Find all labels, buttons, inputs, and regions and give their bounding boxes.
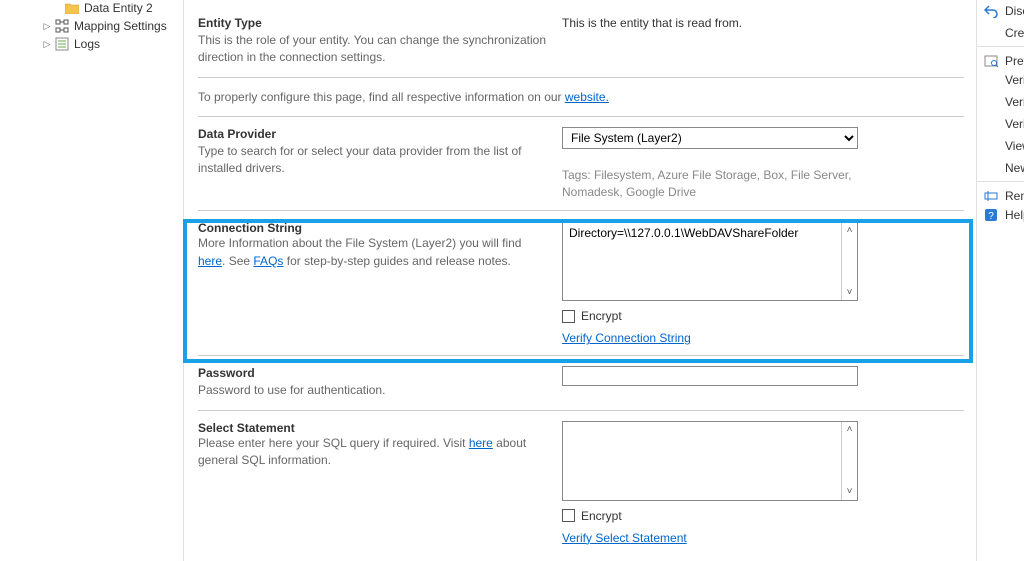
blank-icon (983, 138, 999, 154)
password-desc: Password to use for authentication. (198, 382, 548, 399)
conn-string-here-link[interactable]: here (198, 254, 222, 268)
scroll-up-icon[interactable]: ˄ (842, 222, 857, 238)
tree-item-data-entity-2[interactable]: Data Entity 2 (0, 0, 183, 16)
blank-icon (983, 116, 999, 132)
entity-type-desc: This is the role of your entity. You can… (198, 32, 548, 67)
data-provider-select[interactable]: File System (Layer2) (562, 127, 858, 149)
verify-action-1[interactable]: Veri (977, 69, 1024, 91)
mapping-icon (54, 18, 70, 34)
help-icon: ? (983, 207, 999, 223)
encrypt-checkbox[interactable] (562, 310, 575, 323)
connection-string-desc: More Information about the File System (… (198, 235, 548, 270)
scroll-down-icon[interactable]: ˅ (842, 484, 857, 500)
preview-action[interactable]: Prev (977, 46, 1024, 69)
data-provider-desc: Type to search for or select your data p… (198, 143, 548, 178)
config-note-text: To properly configure this page, find al… (198, 90, 565, 104)
new-action[interactable]: New (977, 157, 1024, 179)
verify-action-2[interactable]: Veri (977, 91, 1024, 113)
create-action[interactable]: Crea (977, 22, 1024, 44)
undo-icon (983, 3, 999, 19)
select-statement-input[interactable] (563, 422, 842, 500)
encrypt-label: Encrypt (581, 509, 622, 523)
data-provider-tags: Tags: Filesystem, Azure File Storage, Bo… (562, 167, 852, 201)
verify-action-3[interactable]: Veri (977, 113, 1024, 135)
blank-icon (983, 25, 999, 41)
scrollbar[interactable]: ˄ ˅ (841, 222, 857, 300)
password-title: Password (198, 366, 548, 380)
select-statement-title: Select Statement (198, 421, 548, 435)
password-input[interactable] (562, 366, 858, 386)
entity-type-info: This is the entity that is read from. (562, 16, 964, 30)
rename-icon (983, 188, 999, 204)
encrypt-checkbox[interactable] (562, 509, 575, 522)
connection-string-input[interactable]: Directory=\\127.0.0.1\WebDAVShareFolder (563, 222, 842, 300)
blank-icon (983, 94, 999, 110)
select-statement-input-wrap: ˄ ˅ (562, 421, 858, 501)
encrypt-label: Encrypt (581, 309, 622, 323)
chevron-right-icon[interactable]: ▷ (42, 39, 52, 50)
conn-string-faqs-link[interactable]: FAQs (253, 254, 283, 268)
blank-icon (983, 160, 999, 176)
rename-action[interactable]: Ren (977, 181, 1024, 204)
website-link[interactable]: website. (565, 90, 609, 104)
logs-icon (54, 36, 70, 52)
folder-icon (64, 0, 80, 16)
config-note: To properly configure this page, find al… (198, 78, 964, 117)
preview-icon (983, 53, 999, 69)
tree-item-logs[interactable]: ▷ Logs (0, 36, 183, 52)
entity-type-title: Entity Type (198, 16, 548, 30)
actions-pane: Disc Crea Prev Veri Veri Veri View New R… (976, 0, 1024, 561)
chevron-right-icon[interactable]: ▷ (42, 21, 52, 32)
connection-string-input-wrap: Directory=\\127.0.0.1\WebDAVShareFolder … (562, 221, 858, 301)
select-statement-desc: Please enter here your SQL query if requ… (198, 435, 548, 470)
help-action[interactable]: ? Help (977, 204, 1024, 226)
blank-icon (983, 72, 999, 88)
view-action[interactable]: View (977, 135, 1024, 157)
select-statement-here-link[interactable]: here (469, 436, 493, 450)
main-settings-pane: Entity Type This is the role of your ent… (184, 0, 976, 561)
verify-connection-string-link[interactable]: Verify Connection String (562, 331, 691, 345)
tree-item-label: Mapping Settings (72, 19, 167, 33)
navigation-tree: Data Entity 2 ▷ Mapping Settings ▷ Logs (0, 0, 184, 561)
data-provider-title: Data Provider (198, 127, 548, 141)
discard-action[interactable]: Disc (977, 0, 1024, 22)
scroll-up-icon[interactable]: ˄ (842, 422, 857, 438)
tree-item-mapping-settings[interactable]: ▷ Mapping Settings (0, 18, 183, 34)
scrollbar[interactable]: ˄ ˅ (841, 422, 857, 500)
connection-string-title: Connection String (198, 221, 548, 235)
verify-select-statement-link[interactable]: Verify Select Statement (562, 531, 687, 545)
tree-item-label: Logs (72, 37, 100, 51)
svg-text:?: ? (988, 211, 994, 222)
scroll-down-icon[interactable]: ˅ (842, 284, 857, 300)
tree-item-label: Data Entity 2 (82, 1, 153, 15)
